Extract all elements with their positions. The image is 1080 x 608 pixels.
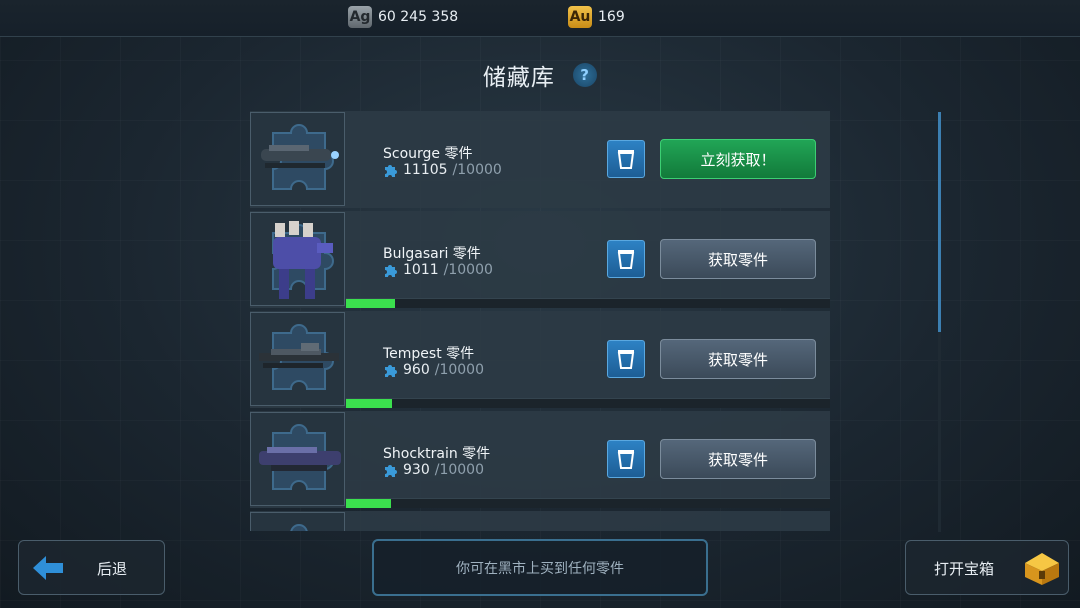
trash-button[interactable] [607, 440, 645, 478]
silver-currency: Ag 60 245 358 [348, 6, 458, 28]
puzzle-piece-icon [385, 164, 397, 177]
item-count: 930 /10000 [383, 462, 484, 478]
trash-icon [617, 350, 635, 369]
get-parts-button[interactable]: 获取零件 [660, 339, 816, 379]
item-thumbnail [250, 512, 345, 531]
item-max: /10000 [434, 462, 484, 478]
item-current: 1011 [403, 262, 439, 278]
item-current: 960 [403, 362, 430, 378]
trash-icon [617, 150, 635, 169]
back-label: 后退 [97, 560, 128, 578]
help-icon[interactable]: ? [573, 63, 598, 87]
item-count: 1011 /10000 [383, 262, 493, 278]
item-max: /10000 [443, 262, 493, 278]
get-parts-button[interactable]: 获取零件 [660, 239, 816, 279]
list-item: Scourge 零件 11105 /10000 立刻获取！ [250, 111, 830, 208]
item-max: /10000 [452, 162, 502, 178]
list-item: Bulgasari 零件 1011 /10000 获取零件 [250, 211, 830, 308]
item-max: /10000 [434, 362, 484, 378]
puzzle-robot-icon [272, 221, 334, 299]
black-market-info: 你可在黑市上买到任何零件 [372, 539, 708, 596]
gold-currency: Au 169 [568, 6, 625, 28]
list-item: Tempest 零件 960 /10000 获取零件 [250, 311, 830, 408]
gold-amount: 169 [598, 9, 625, 25]
get-parts-button[interactable]: 获取零件 [660, 439, 816, 479]
list-item [250, 511, 830, 531]
progress-bar [346, 498, 830, 508]
progress-bar [346, 298, 830, 308]
puzzle-piece-icon [385, 464, 397, 477]
puzzle-piece-icon [385, 364, 397, 377]
item-thumbnail [250, 312, 345, 406]
trash-icon [617, 450, 635, 469]
claim-now-button[interactable]: 立刻获取！ [660, 139, 816, 179]
item-name: Shocktrain 零件 [383, 446, 491, 462]
puzzle-weapon-icon [261, 124, 339, 190]
open-chest-button[interactable]: 打开宝箱 [905, 540, 1069, 595]
puzzle-icon [290, 524, 308, 531]
top-bar: Ag 60 245 358 Au 169 [0, 0, 1080, 37]
treasure-chest-icon [1025, 553, 1059, 585]
silver-amount: 60 245 358 [378, 9, 459, 25]
page-title: 储藏库 [482, 65, 555, 91]
item-thumbnail [250, 412, 345, 506]
item-count: 960 /10000 [383, 362, 484, 378]
trash-button[interactable] [607, 240, 645, 278]
item-current: 11105 [403, 162, 448, 178]
progress-fill [346, 299, 395, 308]
progress-bar [346, 398, 830, 408]
item-name: Bulgasari 零件 [383, 246, 481, 262]
scrollbar-thumb[interactable] [938, 112, 941, 332]
open-chest-label: 打开宝箱 [934, 560, 995, 578]
silver-icon: Ag [348, 6, 372, 28]
item-count: 11105 /10000 [383, 162, 502, 178]
item-thumbnail [250, 212, 345, 306]
item-name: Scourge 零件 [383, 146, 473, 162]
trash-button[interactable] [607, 140, 645, 178]
list-item: Shocktrain 零件 930 /10000 获取零件 [250, 411, 830, 508]
puzzle-weapon-icon [259, 424, 341, 490]
item-thumbnail [250, 112, 345, 206]
trash-icon [617, 250, 635, 269]
gold-icon: Au [568, 6, 592, 28]
parts-list[interactable]: Scourge 零件 11105 /10000 立刻获取！ Bulgasari [250, 111, 830, 531]
puzzle-weapon-icon [259, 324, 339, 390]
item-name: Tempest 零件 [383, 346, 475, 362]
page-title-row: 储藏库 ? [0, 58, 1080, 92]
puzzle-piece-icon [385, 264, 397, 277]
trash-button[interactable] [607, 340, 645, 378]
back-arrow-icon [33, 556, 63, 580]
item-current: 930 [403, 462, 430, 478]
back-button[interactable]: 后退 [18, 540, 165, 595]
progress-fill [346, 399, 393, 408]
progress-fill [346, 499, 391, 508]
